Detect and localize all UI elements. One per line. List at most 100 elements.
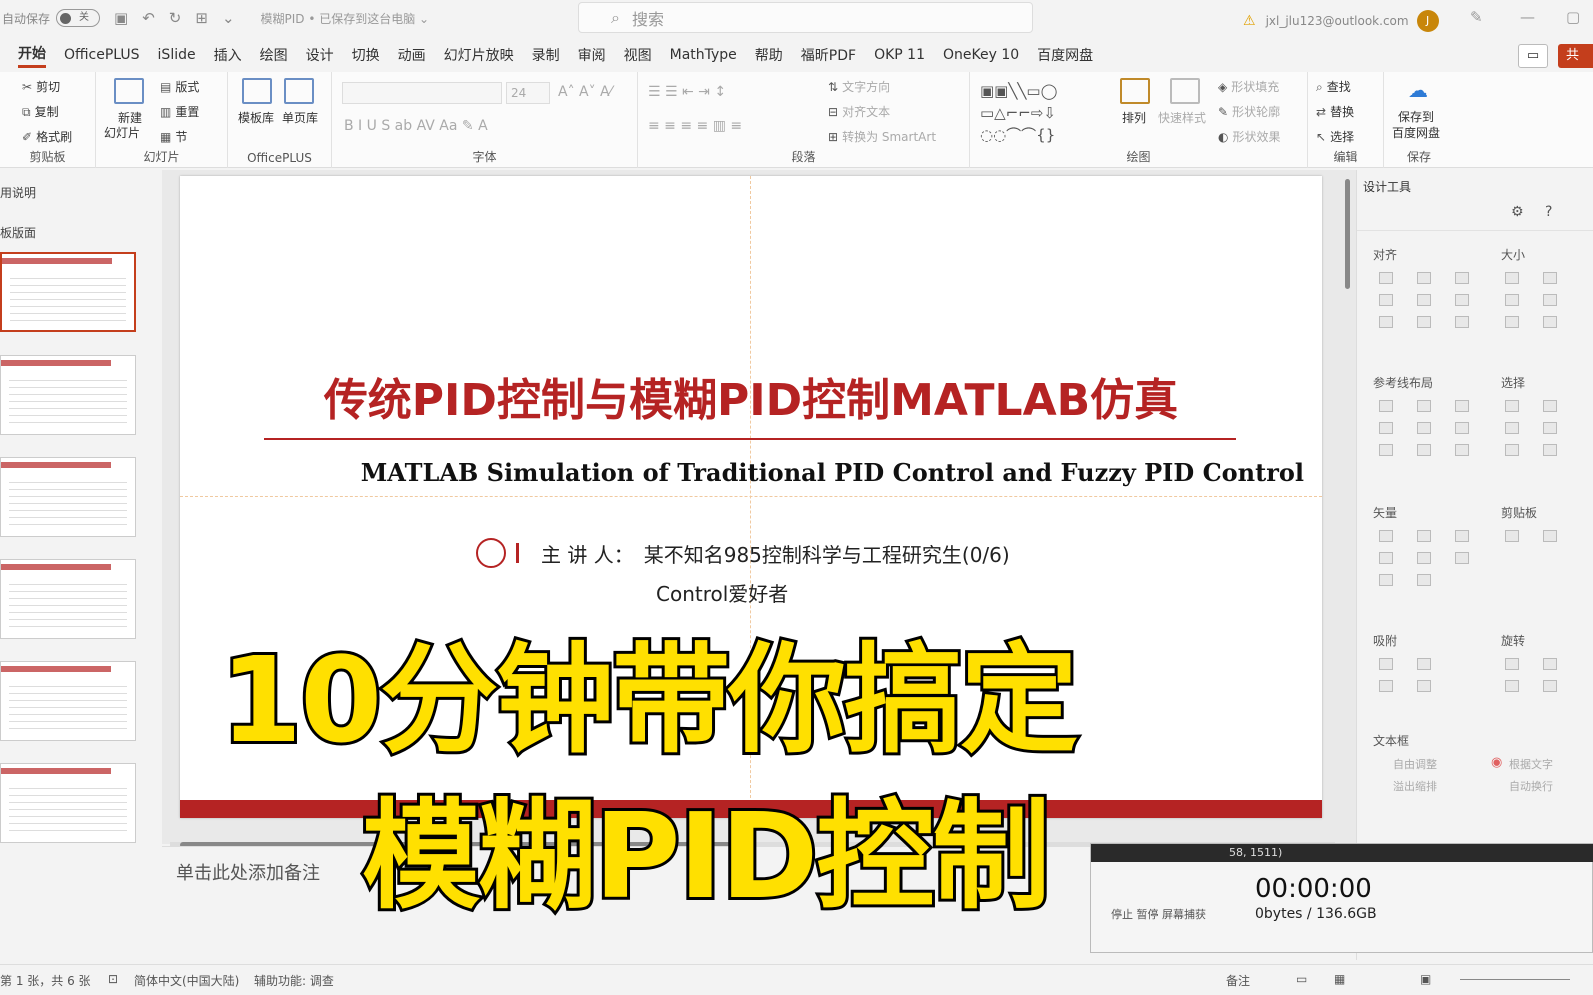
notes-toggle[interactable]: 备注 xyxy=(1226,972,1250,989)
align-right-button[interactable] xyxy=(1455,272,1469,284)
same-width-button[interactable] xyxy=(1505,272,1519,284)
guide-button[interactable] xyxy=(1417,400,1431,412)
align-center-button[interactable] xyxy=(1417,272,1431,284)
minimize-icon[interactable]: — xyxy=(1520,8,1535,26)
section-button[interactable]: ▦ 节 xyxy=(160,128,187,145)
tab-insert[interactable]: 插入 xyxy=(214,45,242,65)
save-to-label[interactable]: 保存到 xyxy=(1398,108,1434,125)
smartart-button[interactable]: ⊞ 转换为 SmartArt xyxy=(828,128,936,145)
select-button[interactable] xyxy=(1505,400,1519,412)
layout-button[interactable]: ▤ 版式 xyxy=(160,78,199,95)
list-icons[interactable]: ☰ ☰ ⇤ ⇥ ↕ xyxy=(648,84,726,100)
slide-thumbnail-3[interactable] xyxy=(0,457,136,537)
tab-help[interactable]: 帮助 xyxy=(755,45,783,65)
format-painter-button[interactable]: ✐ 格式刷 xyxy=(22,128,72,145)
fit-text-option[interactable]: 根据文字 xyxy=(1509,756,1553,772)
template-label[interactable]: 模板库 xyxy=(238,109,274,126)
font-format-icons[interactable]: B I U S ab AV Aa ✎ A xyxy=(344,118,488,134)
vector-button[interactable] xyxy=(1379,552,1393,564)
accessibility-status[interactable]: 辅助功能: 调查 xyxy=(254,972,334,989)
align-top-button[interactable] xyxy=(1379,294,1393,306)
guide-button[interactable] xyxy=(1417,422,1431,434)
spellcheck-icon[interactable]: ⊡ xyxy=(108,972,118,986)
rotate-left-button[interactable] xyxy=(1505,658,1519,670)
tab-okp[interactable]: OKP 11 xyxy=(874,47,925,63)
recorder-controls[interactable]: 停止 暂停 屏幕捕获 xyxy=(1111,906,1206,922)
fit-right-button[interactable] xyxy=(1543,294,1557,306)
select-button[interactable] xyxy=(1543,422,1557,434)
speaker-line-2[interactable]: Control爱好者 xyxy=(656,578,788,607)
radio-selected-icon[interactable]: ◉ xyxy=(1491,755,1502,770)
font-size-select[interactable]: 24 xyxy=(506,82,550,104)
normal-view-icon[interactable]: ▭ xyxy=(1296,972,1307,986)
shape-effects-button[interactable]: ◐ 形状效果 xyxy=(1218,128,1281,145)
select-button[interactable] xyxy=(1543,444,1557,456)
slide-thumbnail-5[interactable] xyxy=(0,661,136,741)
snap-button[interactable] xyxy=(1379,658,1393,670)
sorter-view-icon[interactable]: ▦ xyxy=(1334,972,1345,986)
zoom-slider[interactable] xyxy=(1460,979,1570,980)
vector-button[interactable] xyxy=(1417,552,1431,564)
help-icon[interactable]: ? xyxy=(1545,204,1552,220)
align-middle-button[interactable] xyxy=(1417,294,1431,306)
select-button[interactable] xyxy=(1505,422,1519,434)
baidu-cloud-icon[interactable]: ☁ xyxy=(1408,78,1428,102)
font-grow-icon[interactable]: A˄ A˅ A⁄ xyxy=(558,84,612,100)
select-button[interactable]: ↖ 选择 xyxy=(1316,128,1354,145)
select-button[interactable] xyxy=(1543,400,1557,412)
select-button[interactable] xyxy=(1505,444,1519,456)
vector-button[interactable] xyxy=(1379,574,1393,586)
rotate-right-button[interactable] xyxy=(1543,658,1557,670)
auto-resize-option[interactable]: 自由调整 xyxy=(1393,756,1437,772)
fit-top-button[interactable] xyxy=(1505,316,1519,328)
single-page-label[interactable]: 单页库 xyxy=(282,109,318,126)
tab-animations[interactable]: 动画 xyxy=(398,45,426,65)
share-button[interactable]: 共 xyxy=(1558,44,1593,68)
slide-subtitle[interactable]: MATLAB Simulation of Traditional PID Con… xyxy=(361,458,1304,487)
reset-button[interactable]: ▥ 重置 xyxy=(160,103,199,120)
find-button[interactable]: ⌕ 查找 xyxy=(1316,78,1351,95)
snap-button[interactable] xyxy=(1379,680,1393,692)
flip-h-button[interactable] xyxy=(1543,680,1557,692)
guide-button[interactable] xyxy=(1455,400,1469,412)
section-label-1[interactable]: 用说明 xyxy=(0,184,36,201)
slide-thumbnail-6[interactable] xyxy=(0,763,136,843)
tab-baidu[interactable]: 百度网盘 xyxy=(1037,45,1093,65)
tab-design[interactable]: 设计 xyxy=(306,45,334,65)
save-icon[interactable]: ▣ xyxy=(114,9,128,27)
slideshow-icon[interactable]: ▣ xyxy=(1420,972,1431,986)
shape-fill-button[interactable]: ◈ 形状填充 xyxy=(1218,78,1279,95)
vector-button[interactable] xyxy=(1379,530,1393,542)
tab-islide[interactable]: iSlide xyxy=(158,47,196,63)
quick-styles-icon[interactable] xyxy=(1170,78,1200,104)
tab-record[interactable]: 录制 xyxy=(532,45,560,65)
account-area[interactable]: ⚠ jxl_jlu123@outlook.com J xyxy=(1243,10,1439,32)
maximize-icon[interactable]: ▢ xyxy=(1566,8,1580,26)
align-icons[interactable]: ≡ ≡ ≡ ≡ ▥ ≡ xyxy=(648,118,742,134)
screen-recorder-window[interactable]: 58, 1511) 00:00:00 0bytes / 136.6GB 停止 暂… xyxy=(1090,843,1593,953)
comment-button[interactable]: ▭ xyxy=(1518,44,1548,68)
tab-review[interactable]: 审阅 xyxy=(578,45,606,65)
shapes-gallery[interactable]: ▣▣╲╲▭◯ ▭△⌐⌐⇨⇩ ◌◌⌒⌒{} xyxy=(980,80,1104,146)
replace-button[interactable]: ⇄ 替换 xyxy=(1316,103,1354,120)
section-label-2[interactable]: 板版面 xyxy=(0,224,36,241)
tab-foxit[interactable]: 福昕PDF xyxy=(801,45,856,65)
tab-view[interactable]: 视图 xyxy=(624,45,652,65)
undo-icon[interactable]: ↶ xyxy=(142,9,155,27)
tab-onekey[interactable]: OneKey 10 xyxy=(943,47,1019,63)
language-indicator[interactable]: 简体中文(中国大陆) xyxy=(134,972,239,989)
baidu-disk-label[interactable]: 百度网盘 xyxy=(1392,124,1440,141)
vector-button[interactable] xyxy=(1417,530,1431,542)
copy-button[interactable]: ⧉ 复制 xyxy=(22,103,59,120)
guide-button[interactable] xyxy=(1379,444,1393,456)
new-slide-icon[interactable] xyxy=(114,78,144,104)
slide-thumbnail-4[interactable] xyxy=(0,559,136,639)
align-bottom-button[interactable] xyxy=(1455,294,1469,306)
overflow-option[interactable]: 溢出缩排 xyxy=(1393,778,1437,794)
arrange-label[interactable]: 排列 xyxy=(1122,109,1146,126)
fit-left-button[interactable] xyxy=(1505,294,1519,306)
settings-icon[interactable]: ⚙ xyxy=(1511,204,1524,220)
align-left-button[interactable] xyxy=(1379,272,1393,284)
tab-mathtype[interactable]: MathType xyxy=(670,47,737,63)
slide-title[interactable]: 传统PID控制与模糊PID控制MATLAB仿真 xyxy=(180,364,1322,428)
